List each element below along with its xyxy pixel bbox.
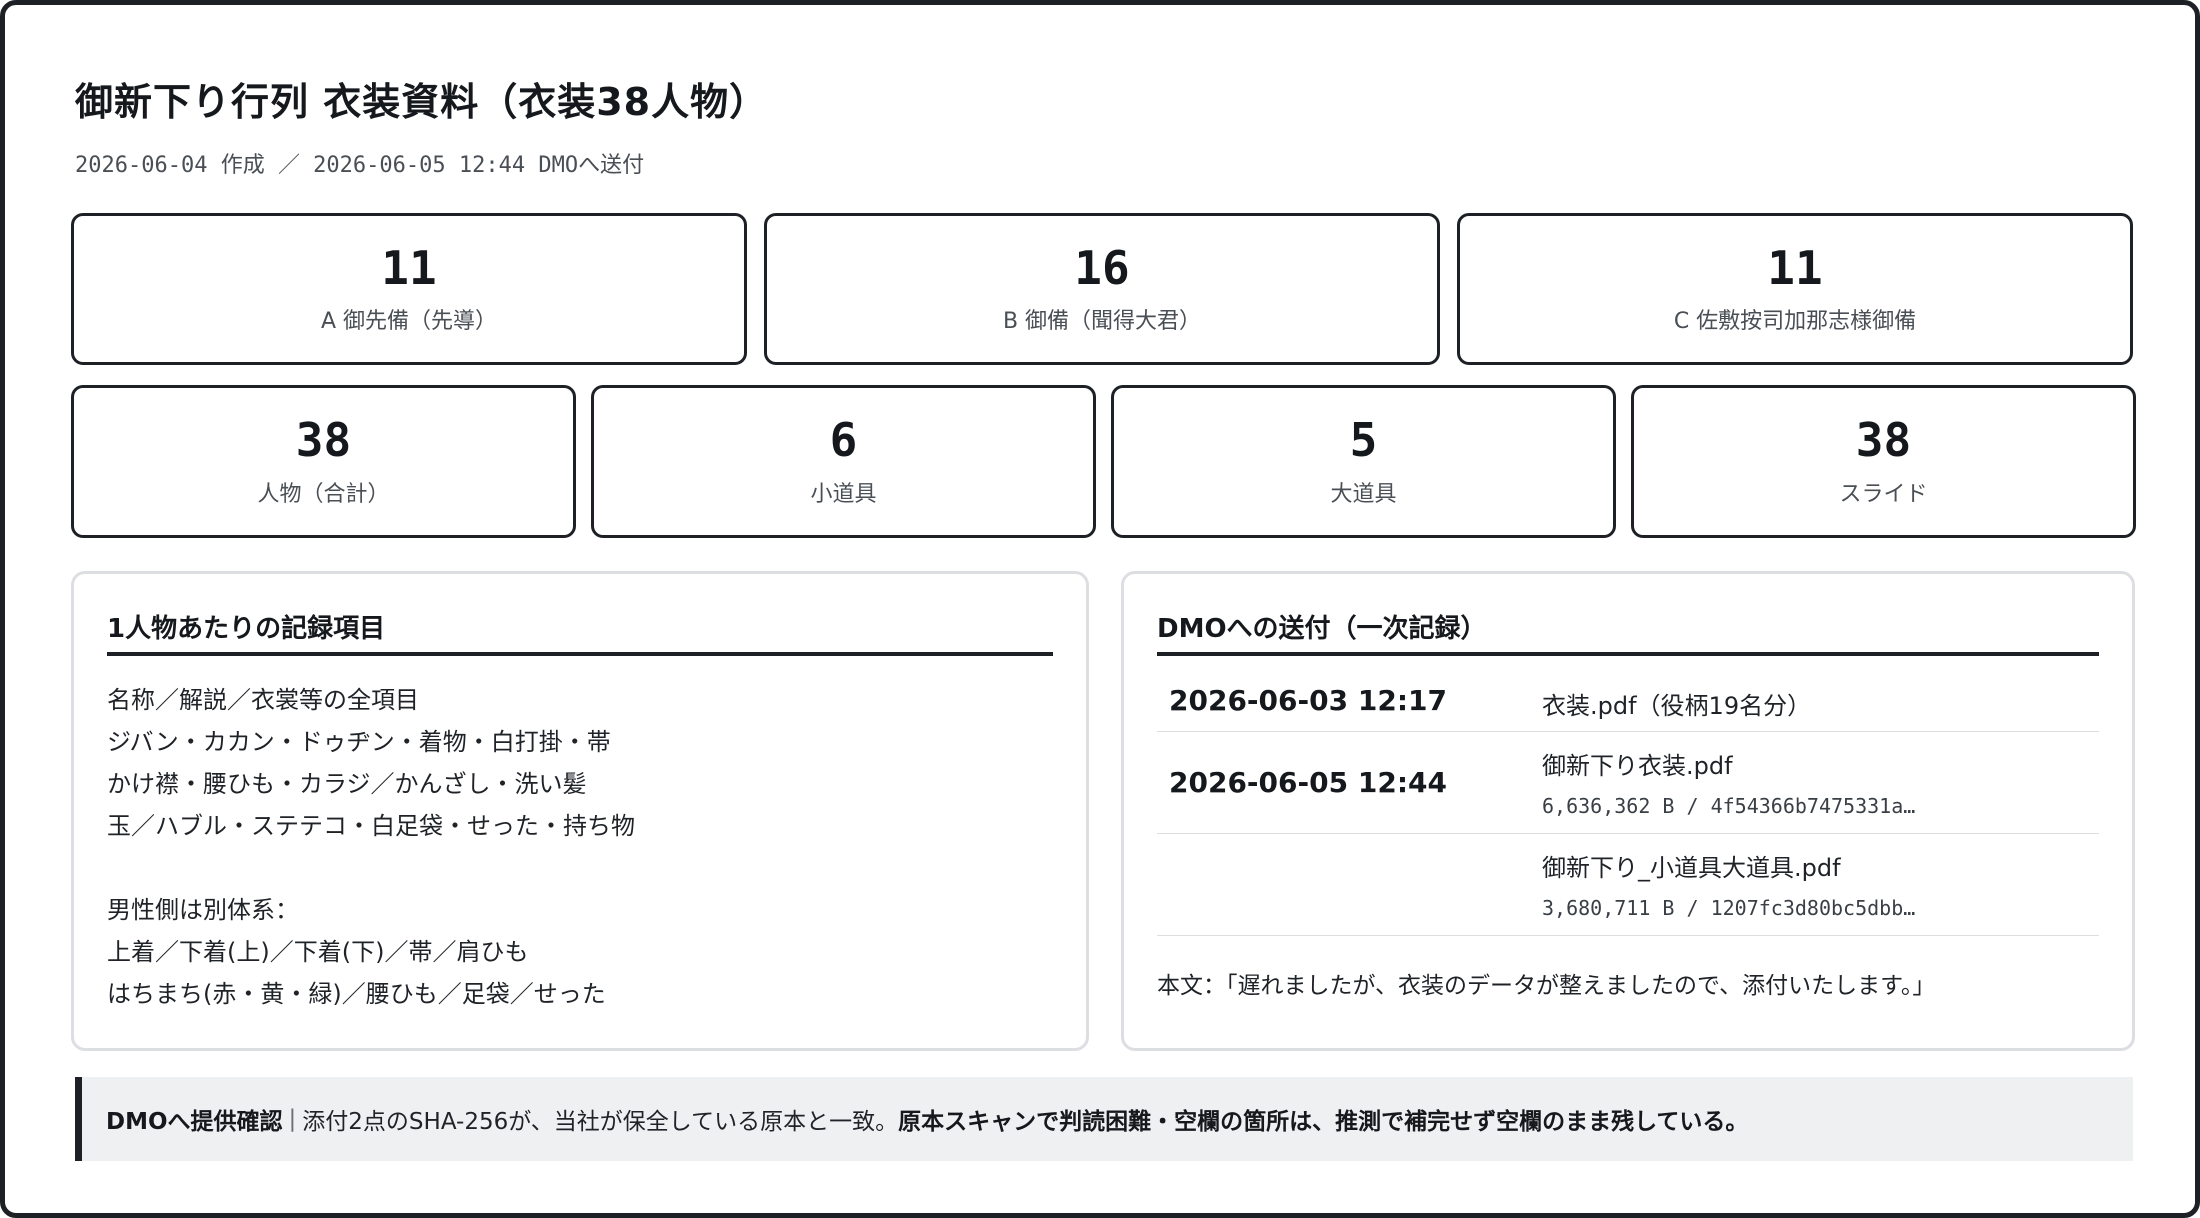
callout-emphasis: 原本スキャンで判読困難・空欄の箇所は、推測で補完せず空欄のまま残している。 [898, 1109, 1749, 1135]
document-frame: 御新下り行列 衣装資料（衣装38人物） 2026-06-04 作成 ／ 2026… [0, 0, 2200, 1218]
stat-value: 6 [829, 413, 858, 468]
list-item: 玉／ハブル・ステテコ・白足袋・せった・持ち物 [107, 812, 635, 840]
panel-heading: 1人物あたりの記録項目 [107, 606, 1053, 656]
list-item: 男性側は別体系： [107, 896, 299, 924]
table-row: 2026-06-05 12:44 御新下り衣装.pdf 6,636,362 B … [1157, 732, 2099, 834]
attachment-size-hash: 3,680,711 B / 1207fc3d80bc5dbb… [1542, 896, 1916, 920]
attachment-name: 衣装.pdf（役柄19名分） [1542, 692, 1812, 720]
panel-heading: DMOへの送付（一次記録） [1157, 606, 2099, 656]
stat-value: 16 [1074, 240, 1130, 295]
stat-value: 11 [1767, 240, 1823, 295]
list-item: ジバン・カカン・ドゥヂン・着物・白打掛・帯 [107, 728, 611, 756]
list-item: かけ襟・腰ひも・カラジ／かんざし・洗い髪 [107, 770, 587, 798]
callout-text: 添付2点のSHA-256が、当社が保全している原本と一致。 [302, 1109, 899, 1135]
page-subtitle: 2026-06-04 作成 ／ 2026-06-05 12:44 DMOへ送付 [75, 153, 645, 178]
table-row: 御新下り_小道具大道具.pdf 3,680,711 B / 1207fc3d80… [1157, 834, 2099, 936]
stat-value: 11 [381, 240, 437, 295]
list-item: はちまち(赤・黄・緑)／腰ひも／足袋／せった [107, 980, 606, 1008]
stat-card-people-total: 38 人物（合計） [71, 385, 576, 538]
confirmation-callout: DMOへ提供確認 | 添付2点のSHA-256が、当社が保全している原本と一致。… [75, 1077, 2133, 1161]
attachment-name: 御新下り衣装.pdf [1542, 752, 1733, 780]
list-item: 名称／解説／衣裳等の全項目 [107, 686, 419, 714]
stat-card-group-b: 16 B 御備（聞得大君） [764, 213, 1440, 365]
table-row: 2026-06-03 12:17 衣装.pdf（役柄19名分） [1157, 664, 2099, 732]
stat-card-large-props: 5 大道具 [1111, 385, 1616, 538]
stat-value: 38 [1855, 413, 1912, 468]
stat-card-group-a: 11 A 御先備（先導） [71, 213, 747, 365]
stat-label: 大道具 [1330, 481, 1397, 507]
attachment-size-hash: 6,636,362 B / 4f54366b7475331a… [1542, 794, 1916, 818]
email-body-text: 本文：「遅れましたが、衣装のデータが整えましたので、添付いたします。」 [1157, 973, 1936, 999]
stat-card-group-c: 11 C 佐敷按司加那志様御備 [1457, 213, 2133, 365]
stat-label: 人物（合計） [257, 481, 390, 507]
attachment-name: 御新下り_小道具大道具.pdf [1542, 854, 1841, 882]
stat-label: C 佐敷按司加那志様御備 [1673, 309, 1917, 335]
stat-label: B 御備（聞得大君） [1002, 309, 1202, 335]
stat-card-small-props: 6 小道具 [591, 385, 1096, 538]
dmo-send-log-panel: DMOへの送付（一次記録） 2026-06-03 12:17 衣装.pdf（役柄… [1121, 571, 2135, 1051]
send-date: 2026-06-05 12:44 [1169, 766, 1447, 799]
stat-label: 小道具 [810, 481, 877, 507]
stat-value: 5 [1349, 413, 1378, 468]
callout-separator: | [288, 1106, 297, 1132]
record-items-panel: 1人物あたりの記録項目 名称／解説／衣裳等の全項目 ジバン・カカン・ドゥヂン・着… [71, 571, 1089, 1051]
record-items-list: 名称／解説／衣裳等の全項目 ジバン・カカン・ドゥヂン・着物・白打掛・帯 かけ襟・… [107, 679, 1053, 1015]
stat-label: A 御先備（先導） [320, 309, 498, 335]
stat-card-slides: 38 スライド [1631, 385, 2136, 538]
page-title: 御新下り行列 衣装資料（衣装38人物） [75, 80, 769, 124]
stat-label: スライド [1839, 481, 1928, 507]
callout-label: DMOへ提供確認 [106, 1109, 283, 1135]
stat-value: 38 [295, 413, 352, 468]
send-date: 2026-06-03 12:17 [1169, 684, 1447, 717]
list-item: 上着／下着(上)／下着(下)／帯／肩ひも [107, 938, 529, 966]
